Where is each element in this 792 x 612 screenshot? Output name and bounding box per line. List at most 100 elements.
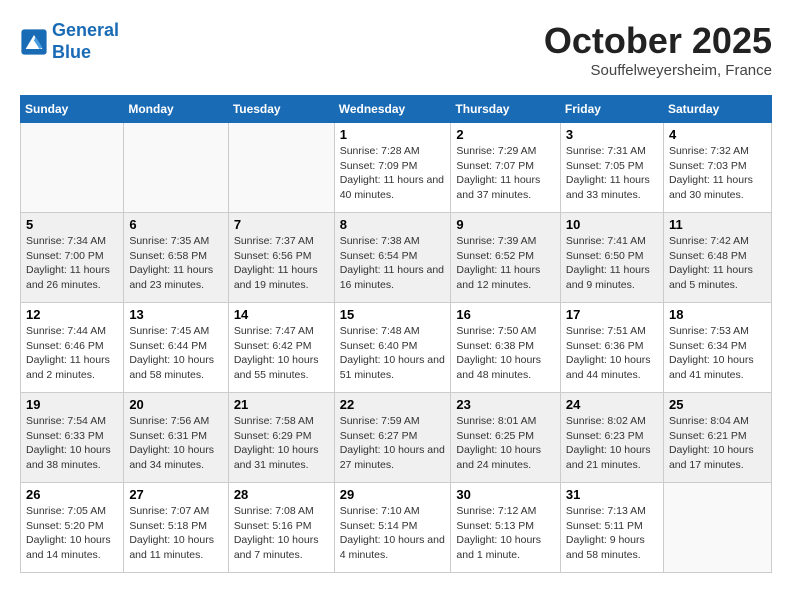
- logo-icon: [20, 28, 48, 56]
- calendar-cell: 29 Sunrise: 7:10 AM Sunset: 5:14 PM Dayli…: [334, 483, 451, 573]
- day-info: Sunrise: 8:01 AM Sunset: 6:25 PM Dayligh…: [456, 414, 555, 473]
- month-title: October 2025: [544, 20, 772, 62]
- day-number: 16: [456, 307, 555, 322]
- day-number: 23: [456, 397, 555, 412]
- day-number: 17: [566, 307, 658, 322]
- calendar-cell: 5Sunrise: 7:34 AM Sunset: 7:00 PM Daylig…: [21, 213, 124, 303]
- calendar-cell: 17 Sunrise: 7:51 AM Sunset: 6:36 PM Dayli…: [560, 303, 663, 393]
- calendar-cell: 4 Sunrise: 7:32 AM Sunset: 7:03 PM Daylig…: [663, 123, 771, 213]
- calendar-cell: 15 Sunrise: 7:48 AM Sunset: 6:40 PM Dayli…: [334, 303, 451, 393]
- day-info: Sunrise: 7:41 AM Sunset: 6:50 PM Dayligh…: [566, 234, 658, 293]
- calendar-cell: 19 Sunrise: 7:54 AM Sunset: 6:33 PM Dayli…: [21, 393, 124, 483]
- day-info: Sunrise: 7:56 AM Sunset: 6:31 PM Dayligh…: [129, 414, 222, 473]
- day-info: Sunrise: 7:05 AM Sunset: 5:20 PM Dayligh…: [26, 504, 118, 563]
- day-info: Sunrise: 7:38 AM Sunset: 6:54 PM Dayligh…: [340, 234, 446, 293]
- day-number: 9: [456, 217, 555, 232]
- calendar-cell: 12 Sunrise: 7:44 AM Sunset: 6:46 PM Dayli…: [21, 303, 124, 393]
- calendar-cell: 28 Sunrise: 7:08 AM Sunset: 5:16 PM Dayli…: [228, 483, 334, 573]
- calendar-table: SundayMondayTuesdayWednesdayThursdayFrid…: [20, 95, 772, 573]
- calendar-cell: 23 Sunrise: 8:01 AM Sunset: 6:25 PM Dayli…: [451, 393, 561, 483]
- calendar-cell: [21, 123, 124, 213]
- day-info: Sunrise: 8:04 AM Sunset: 6:21 PM Dayligh…: [669, 414, 766, 473]
- day-info: Sunrise: 7:32 AM Sunset: 7:03 PM Dayligh…: [669, 144, 766, 203]
- header-day-sunday: Sunday: [21, 96, 124, 123]
- day-info: Sunrise: 7:42 AM Sunset: 6:48 PM Dayligh…: [669, 234, 766, 293]
- day-number: 11: [669, 217, 766, 232]
- location-subtitle: Souffelweyersheim, France: [544, 62, 772, 79]
- header-day-monday: Monday: [124, 96, 228, 123]
- day-number: 15: [340, 307, 446, 322]
- header-day-friday: Friday: [560, 96, 663, 123]
- day-info: Sunrise: 7:50 AM Sunset: 6:38 PM Dayligh…: [456, 324, 555, 383]
- calendar-cell: 31 Sunrise: 7:13 AM Sunset: 5:11 PM Dayli…: [560, 483, 663, 573]
- page-header: General Blue October 2025 Souffelweyersh…: [20, 20, 772, 79]
- calendar-cell: 7 Sunrise: 7:37 AM Sunset: 6:56 PM Daylig…: [228, 213, 334, 303]
- day-info: Sunrise: 7:29 AM Sunset: 7:07 PM Dayligh…: [456, 144, 555, 203]
- header-day-tuesday: Tuesday: [228, 96, 334, 123]
- day-number: 29: [340, 487, 446, 502]
- day-number: 1: [340, 127, 446, 142]
- day-info: Sunrise: 7:07 AM Sunset: 5:18 PM Dayligh…: [129, 504, 222, 563]
- day-info: Sunrise: 7:48 AM Sunset: 6:40 PM Dayligh…: [340, 324, 446, 383]
- calendar-cell: 25 Sunrise: 8:04 AM Sunset: 6:21 PM Dayli…: [663, 393, 771, 483]
- day-info: Sunrise: 7:45 AM Sunset: 6:44 PM Dayligh…: [129, 324, 222, 383]
- calendar-cell: [228, 123, 334, 213]
- calendar-cell: 11 Sunrise: 7:42 AM Sunset: 6:48 PM Dayli…: [663, 213, 771, 303]
- calendar-cell: 20 Sunrise: 7:56 AM Sunset: 6:31 PM Dayli…: [124, 393, 228, 483]
- day-info: Sunrise: 7:44 AM Sunset: 6:46 PM Dayligh…: [26, 324, 118, 383]
- day-number: 14: [234, 307, 329, 322]
- day-info: Sunrise: 7:08 AM Sunset: 5:16 PM Dayligh…: [234, 504, 329, 563]
- calendar-cell: 2 Sunrise: 7:29 AM Sunset: 7:07 PM Daylig…: [451, 123, 561, 213]
- day-info: Sunrise: 7:10 AM Sunset: 5:14 PM Dayligh…: [340, 504, 446, 563]
- day-info: Sunrise: 7:37 AM Sunset: 6:56 PM Dayligh…: [234, 234, 329, 293]
- calendar-cell: 24Sunrise: 8:02 AM Sunset: 6:23 PM Dayli…: [560, 393, 663, 483]
- calendar-cell: 30 Sunrise: 7:12 AM Sunset: 5:13 PM Dayli…: [451, 483, 561, 573]
- day-number: 28: [234, 487, 329, 502]
- logo: General Blue: [20, 20, 119, 63]
- day-number: 12: [26, 307, 118, 322]
- day-number: 22: [340, 397, 446, 412]
- day-info: Sunrise: 7:13 AM Sunset: 5:11 PM Dayligh…: [566, 504, 658, 563]
- calendar-cell: 18 Sunrise: 7:53 AM Sunset: 6:34 PM Dayli…: [663, 303, 771, 393]
- day-number: 3: [566, 127, 658, 142]
- week-row-2: 5Sunrise: 7:34 AM Sunset: 7:00 PM Daylig…: [21, 213, 772, 303]
- week-row-4: 19 Sunrise: 7:54 AM Sunset: 6:33 PM Dayli…: [21, 393, 772, 483]
- calendar-cell: 6Sunrise: 7:35 AM Sunset: 6:58 PM Daylig…: [124, 213, 228, 303]
- day-info: Sunrise: 7:31 AM Sunset: 7:05 PM Dayligh…: [566, 144, 658, 203]
- day-number: 20: [129, 397, 222, 412]
- day-number: 10: [566, 217, 658, 232]
- day-number: 19: [26, 397, 118, 412]
- day-number: 18: [669, 307, 766, 322]
- day-number: 31: [566, 487, 658, 502]
- day-number: 25: [669, 397, 766, 412]
- day-number: 6: [129, 217, 222, 232]
- calendar-cell: 14 Sunrise: 7:47 AM Sunset: 6:42 PM Dayli…: [228, 303, 334, 393]
- calendar-cell: 8 Sunrise: 7:38 AM Sunset: 6:54 PM Daylig…: [334, 213, 451, 303]
- day-info: Sunrise: 7:12 AM Sunset: 5:13 PM Dayligh…: [456, 504, 555, 563]
- day-info: Sunrise: 7:47 AM Sunset: 6:42 PM Dayligh…: [234, 324, 329, 383]
- day-number: 8: [340, 217, 446, 232]
- day-info: Sunrise: 7:28 AM Sunset: 7:09 PM Dayligh…: [340, 144, 446, 203]
- calendar-cell: 13 Sunrise: 7:45 AM Sunset: 6:44 PM Dayli…: [124, 303, 228, 393]
- calendar-cell: 16 Sunrise: 7:50 AM Sunset: 6:38 PM Dayli…: [451, 303, 561, 393]
- day-info: Sunrise: 7:51 AM Sunset: 6:36 PM Dayligh…: [566, 324, 658, 383]
- day-number: 4: [669, 127, 766, 142]
- day-info: Sunrise: 7:54 AM Sunset: 6:33 PM Dayligh…: [26, 414, 118, 473]
- day-info: Sunrise: 7:53 AM Sunset: 6:34 PM Dayligh…: [669, 324, 766, 383]
- day-info: Sunrise: 7:58 AM Sunset: 6:29 PM Dayligh…: [234, 414, 329, 473]
- day-number: 30: [456, 487, 555, 502]
- day-number: 2: [456, 127, 555, 142]
- calendar-cell: 26Sunrise: 7:05 AM Sunset: 5:20 PM Dayli…: [21, 483, 124, 573]
- day-number: 27: [129, 487, 222, 502]
- header-row: SundayMondayTuesdayWednesdayThursdayFrid…: [21, 96, 772, 123]
- logo-text: General Blue: [52, 20, 119, 63]
- calendar-cell: [124, 123, 228, 213]
- day-number: 24: [566, 397, 658, 412]
- calendar-cell: 21Sunrise: 7:58 AM Sunset: 6:29 PM Dayli…: [228, 393, 334, 483]
- day-info: Sunrise: 7:59 AM Sunset: 6:27 PM Dayligh…: [340, 414, 446, 473]
- calendar-cell: 9 Sunrise: 7:39 AM Sunset: 6:52 PM Daylig…: [451, 213, 561, 303]
- day-info: Sunrise: 7:39 AM Sunset: 6:52 PM Dayligh…: [456, 234, 555, 293]
- day-number: 7: [234, 217, 329, 232]
- calendar-cell: 10 Sunrise: 7:41 AM Sunset: 6:50 PM Dayli…: [560, 213, 663, 303]
- day-number: 13: [129, 307, 222, 322]
